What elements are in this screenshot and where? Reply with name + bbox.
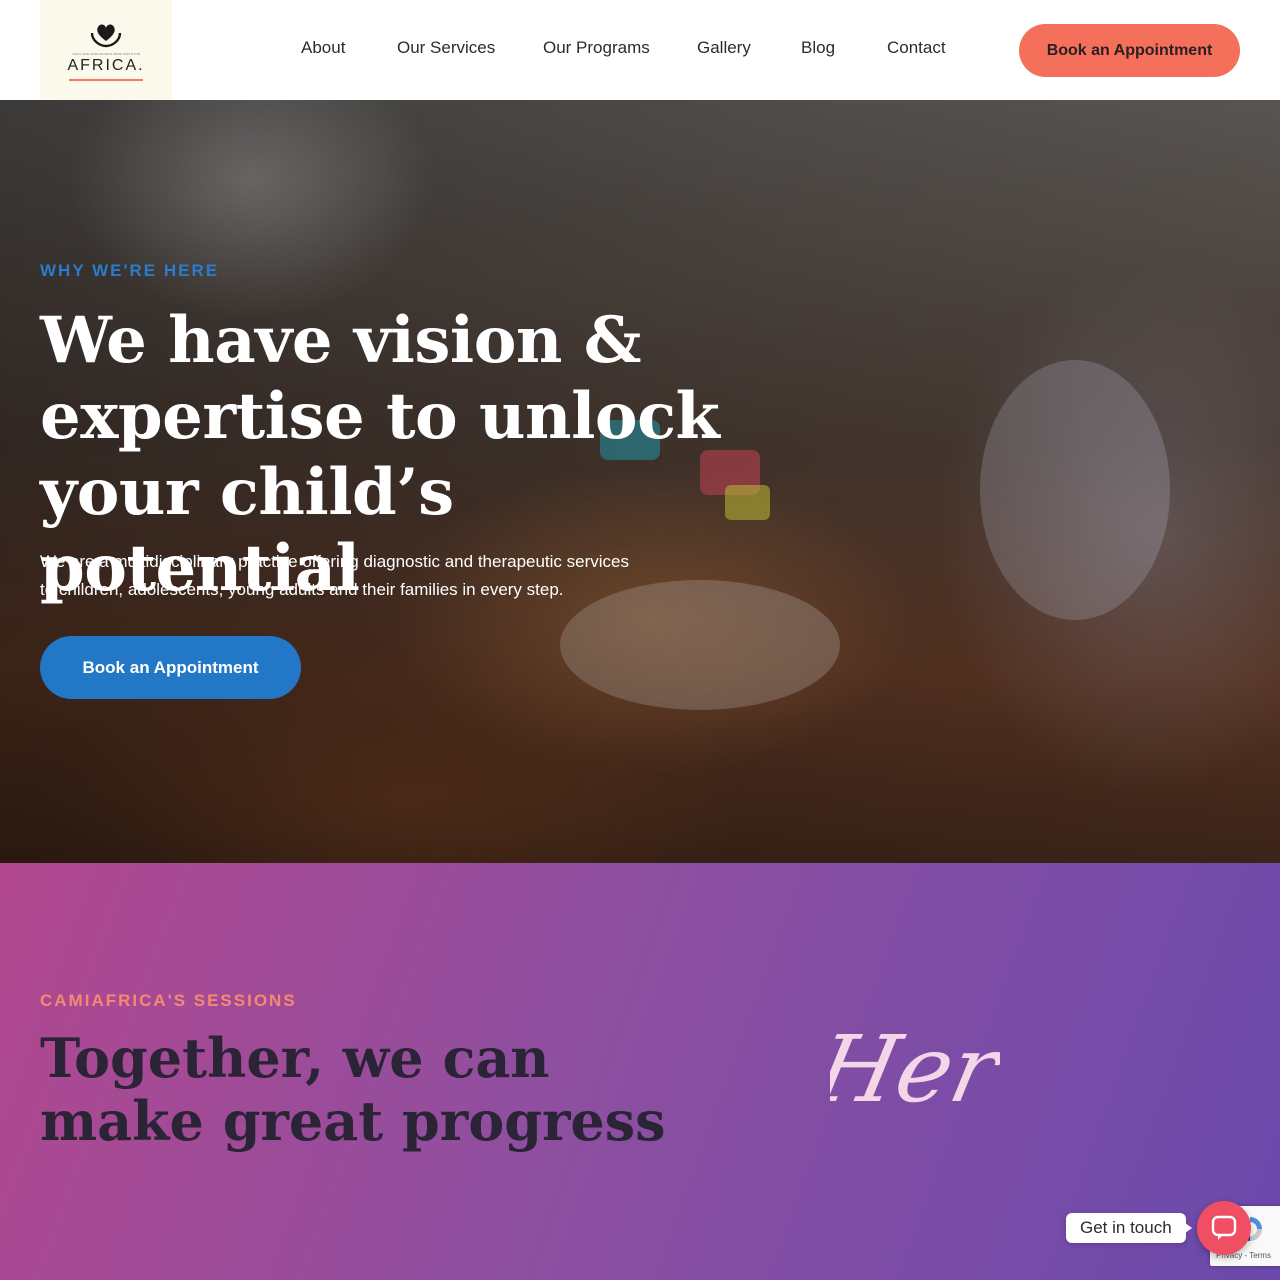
- chat-button[interactable]: [1197, 1201, 1251, 1255]
- chat-bubble-icon: [1211, 1215, 1237, 1240]
- nav-item-blog[interactable]: Blog: [801, 38, 835, 58]
- header-book-appointment-button[interactable]: Book an Appointment: [1019, 24, 1240, 77]
- script-word-text: Her: [830, 1016, 1000, 1123]
- nav-item-our-programs[interactable]: Our Programs: [543, 38, 650, 58]
- nav-item-gallery[interactable]: Gallery: [697, 38, 751, 58]
- nav-item-contact[interactable]: Contact: [887, 38, 946, 58]
- hero-section: WHY WE'RE HERE We have vision & expertis…: [0, 100, 1280, 863]
- script-word-her: Her: [830, 1016, 1000, 1123]
- nav-item-about[interactable]: About: [301, 38, 345, 58]
- hero-eyebrow: WHY WE'RE HERE: [40, 261, 220, 280]
- site-header: CHILD AND ADOLESCENT MIND INSTITUTE AFRI…: [0, 0, 1280, 100]
- hero-subtitle: We are a multidisciplinary practice offe…: [40, 552, 629, 599]
- nav-item-our-services[interactable]: Our Services: [397, 38, 495, 58]
- get-in-touch-label[interactable]: Get in touch: [1066, 1213, 1192, 1243]
- sessions-title: Together, we can make great progress: [40, 1026, 666, 1153]
- hero-book-appointment-button[interactable]: Book an Appointment: [40, 636, 301, 699]
- sessions-eyebrow: CAMIAFRICA'S SESSIONS: [40, 991, 297, 1010]
